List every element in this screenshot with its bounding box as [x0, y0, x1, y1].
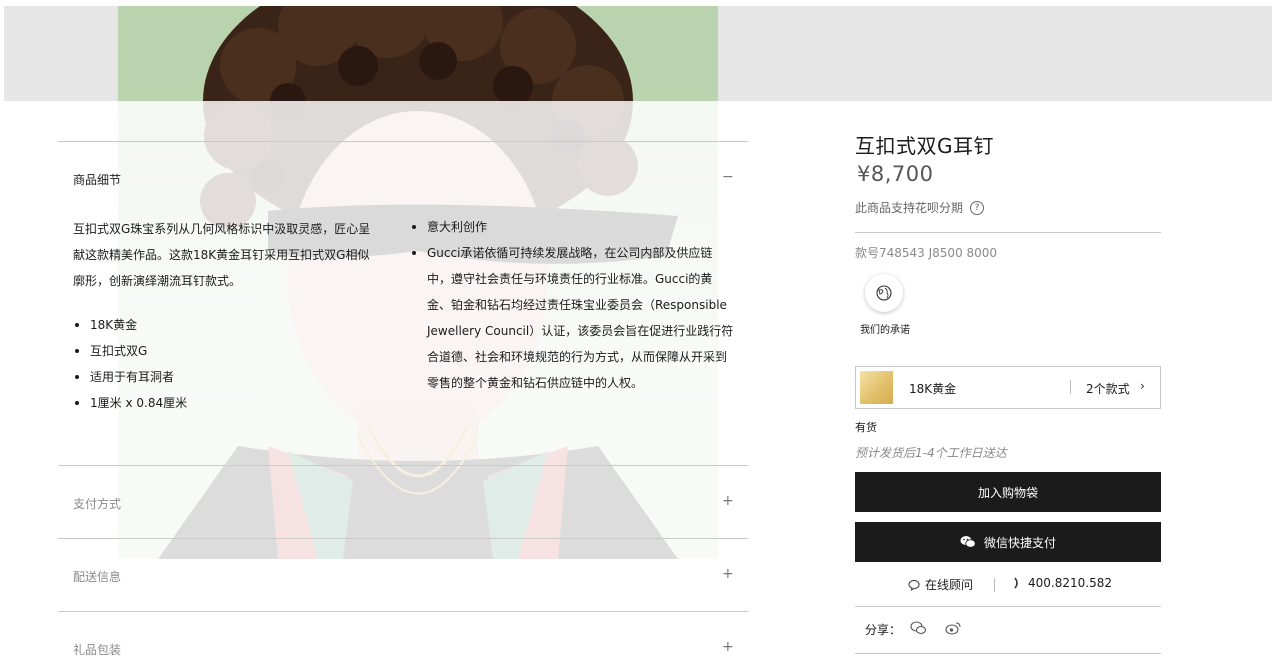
- gold-swatch: [860, 371, 893, 404]
- weibo-icon[interactable]: [945, 621, 962, 635]
- installment-label: 此商品支持花呗分期: [855, 201, 964, 215]
- origin-list: 意大利创作 Gucci承诺依循可持续发展战略，在公司内部及供应链中，遵守社会责任…: [410, 214, 735, 396]
- list-item: 互扣式双G: [73, 338, 373, 364]
- gift-wrap-section-title[interactable]: 礼品包装: [73, 641, 121, 658]
- our-promise-label: 我们的承诺: [860, 325, 910, 336]
- wechat-icon[interactable]: [910, 621, 927, 635]
- shipping-estimate: 预计发货后1-4个工作日送达: [855, 446, 1007, 460]
- list-item: 适用于有耳洞者: [73, 364, 373, 390]
- list-item: 意大利创作: [410, 214, 735, 240]
- help-icon[interactable]: ?: [970, 200, 985, 215]
- divider: [994, 578, 995, 592]
- list-item: Gucci承诺依循可持续发展战略，在公司内部及供应链中，遵守社会责任与环境责任的…: [410, 240, 735, 396]
- details-section-title[interactable]: 商品细节: [73, 171, 121, 188]
- globe-icon: [876, 285, 892, 301]
- share-label: 分享：: [865, 623, 902, 637]
- contact-row: 在线顾问 400.8210.582: [855, 576, 1161, 594]
- expand-icon[interactable]: +: [722, 493, 734, 509]
- delivery-section-title[interactable]: 配送信息: [73, 568, 121, 585]
- variant-selector[interactable]: 18K黄金 2个款式 ›: [855, 366, 1161, 409]
- collapse-icon[interactable]: −: [722, 169, 734, 185]
- divider: [58, 141, 748, 142]
- installment-info: 此商品支持花呗分期 ?: [855, 199, 985, 216]
- add-to-bag-label: 加入购物袋: [977, 485, 1038, 500]
- share-row: 分享：: [865, 621, 961, 638]
- divider: [58, 611, 748, 612]
- phone-link[interactable]: 400.8210.582: [1012, 576, 1112, 590]
- payment-section-title[interactable]: 支付方式: [73, 495, 121, 512]
- variant-name: 18K黄金: [909, 382, 957, 396]
- phone-icon: [1014, 577, 1018, 589]
- divider: [58, 538, 748, 539]
- online-advisor-link[interactable]: 在线顾问: [908, 576, 973, 593]
- chevron-right-icon: ›: [1140, 379, 1145, 393]
- expand-icon[interactable]: +: [722, 566, 734, 582]
- divider: [855, 606, 1161, 607]
- phone-number: 400.8210.582: [1028, 576, 1112, 590]
- feature-list: 18K黄金 互扣式双G 适用于有耳洞者 1厘米 x 0.84厘米: [73, 312, 373, 416]
- list-item: 18K黄金: [73, 312, 373, 338]
- wechat-pay-label: 微信快捷支付: [983, 535, 1056, 550]
- stock-status: 有货: [855, 421, 877, 434]
- product-description: 互扣式双G珠宝系列从几何风格标识中汲取灵感，匠心呈献这款精美作品。这款18K黄金…: [73, 222, 371, 288]
- divider: [58, 465, 748, 466]
- divider: [1070, 380, 1071, 394]
- chat-bubble-icon: [908, 579, 920, 591]
- divider: [855, 232, 1161, 233]
- wechat-icon: [960, 536, 976, 548]
- expand-icon[interactable]: +: [722, 639, 734, 655]
- variant-count: 2个款式: [1086, 382, 1130, 396]
- online-advisor-label: 在线顾问: [925, 578, 974, 592]
- our-promise-button[interactable]: [865, 274, 903, 312]
- wechat-pay-button[interactable]: 微信快捷支付: [855, 522, 1161, 562]
- add-to-bag-button[interactable]: 加入购物袋: [855, 472, 1161, 512]
- divider: [855, 653, 1161, 654]
- style-number: 款号748543 J8500 8000: [855, 246, 998, 260]
- product-title: 互扣式双G耳钉: [855, 134, 994, 158]
- product-price: ¥8,700: [857, 162, 934, 186]
- list-item: 1厘米 x 0.84厘米: [73, 390, 373, 416]
